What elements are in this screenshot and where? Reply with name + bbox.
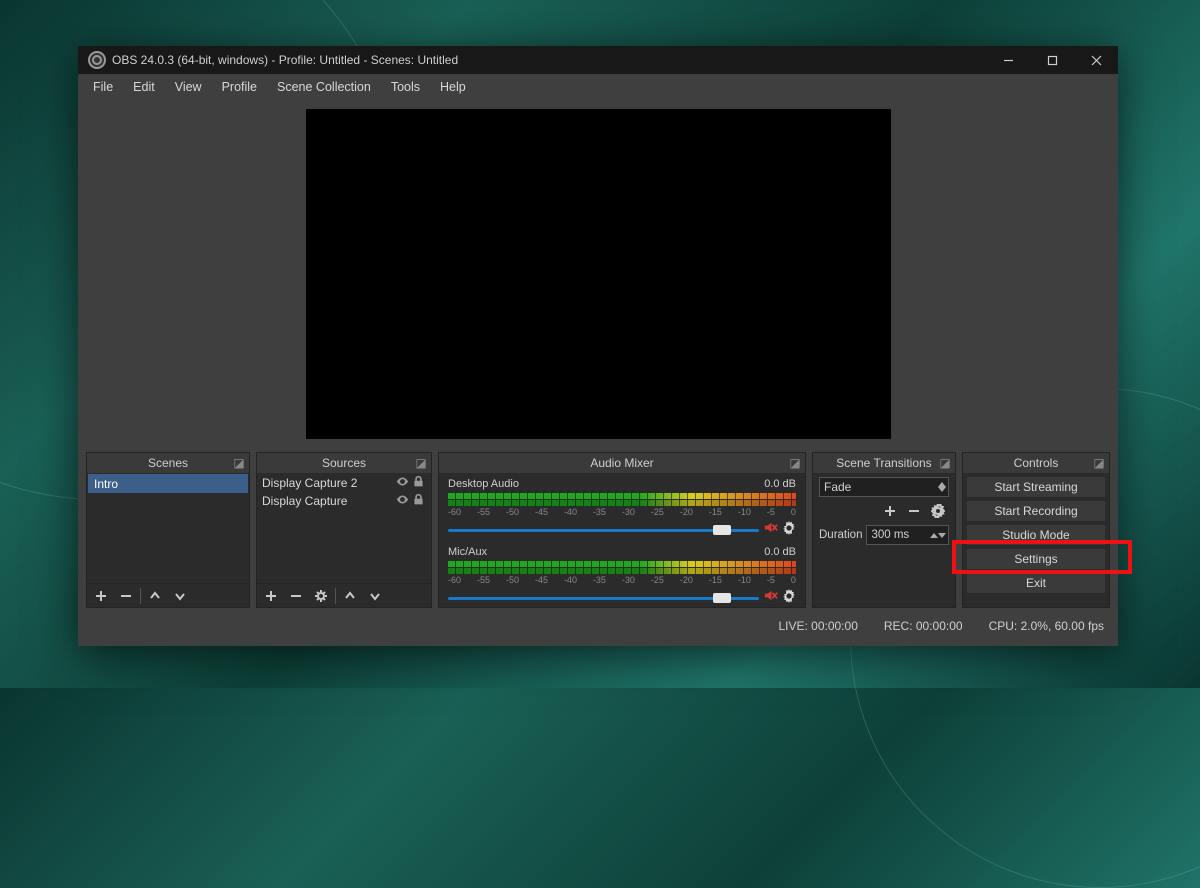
source-item[interactable]: Display Capture <box>258 492 430 510</box>
channel-settings-button[interactable] <box>782 589 796 608</box>
separator <box>140 588 141 604</box>
mixer-channel: Mic/Aux 0.0 dB -60-55-50-45-40-35-30-25-… <box>440 542 804 607</box>
menu-edit[interactable]: Edit <box>124 77 164 97</box>
undock-icon[interactable]: ◪ <box>939 457 951 469</box>
titlebar[interactable]: OBS 24.0.3 (64-bit, windows) - Profile: … <box>78 46 1118 74</box>
menu-view[interactable]: View <box>166 77 211 97</box>
duration-input[interactable]: 300 ms <box>866 525 949 545</box>
scenes-dock: Scenes ◪ Intro <box>86 452 250 608</box>
channel-settings-button[interactable] <box>782 521 796 540</box>
visibility-icon[interactable] <box>394 493 410 509</box>
mixer-title: Audio Mixer <box>590 456 653 470</box>
transition-select-value: Fade <box>824 480 851 494</box>
add-scene-button[interactable] <box>89 585 113 607</box>
channel-level: 0.0 dB <box>764 478 796 490</box>
transition-select[interactable]: Fade <box>819 477 949 497</box>
mute-button[interactable] <box>763 520 778 540</box>
remove-transition-button[interactable] <box>903 501 925 521</box>
vu-meter <box>448 500 796 506</box>
remove-scene-button[interactable] <box>114 585 138 607</box>
start-recording-button[interactable]: Start Recording <box>966 500 1106 522</box>
maximize-button[interactable] <box>1030 46 1074 74</box>
status-cpu: CPU: 2.0%, 60.00 fps <box>989 619 1104 633</box>
separator <box>335 588 336 604</box>
channel-level: 0.0 dB <box>764 546 796 558</box>
duration-label: Duration <box>819 529 862 541</box>
lock-icon[interactable] <box>410 493 426 509</box>
meter-ticks: -60-55-50-45-40-35-30-25-20-15-10-50 <box>448 575 796 585</box>
obs-window: OBS 24.0.3 (64-bit, windows) - Profile: … <box>78 46 1118 646</box>
exit-button[interactable]: Exit <box>966 572 1106 594</box>
channel-name: Mic/Aux <box>448 546 487 558</box>
scenes-title: Scenes <box>148 456 188 470</box>
menubar: File Edit View Profile Scene Collection … <box>78 74 1118 100</box>
volume-slider[interactable] <box>448 597 759 600</box>
move-source-down-button[interactable] <box>363 585 387 607</box>
visibility-icon[interactable] <box>394 475 410 491</box>
vu-meter <box>448 493 796 499</box>
add-source-button[interactable] <box>259 585 283 607</box>
transitions-dock: Scene Transitions ◪ Fade Duration 300 ms <box>812 452 956 608</box>
undock-icon[interactable]: ◪ <box>233 457 245 469</box>
menu-scene-collection[interactable]: Scene Collection <box>268 77 380 97</box>
status-rec: REC: 00:00:00 <box>884 619 963 633</box>
mixer-channel: Desktop Audio 0.0 dB -60-55-50-45-40-35-… <box>440 474 804 542</box>
source-item[interactable]: Display Capture 2 <box>258 474 430 492</box>
transitions-title: Scene Transitions <box>836 456 931 470</box>
vu-meter <box>448 561 796 567</box>
transition-properties-button[interactable] <box>927 501 949 521</box>
channel-name: Desktop Audio <box>448 478 519 490</box>
audio-mixer-dock: Audio Mixer ◪ Desktop Audio 0.0 dB -60-55… <box>438 452 806 608</box>
source-properties-button[interactable] <box>309 585 333 607</box>
undock-icon[interactable]: ◪ <box>1093 457 1105 469</box>
meter-ticks: -60-55-50-45-40-35-30-25-20-15-10-50 <box>448 507 796 517</box>
controls-title: Controls <box>1014 456 1059 470</box>
status-live: LIVE: 00:00:00 <box>778 619 857 633</box>
volume-slider[interactable] <box>448 529 759 532</box>
scene-item[interactable]: Intro <box>88 474 248 493</box>
move-source-up-button[interactable] <box>338 585 362 607</box>
start-streaming-button[interactable]: Start Streaming <box>966 476 1106 498</box>
add-transition-button[interactable] <box>879 501 901 521</box>
move-scene-down-button[interactable] <box>168 585 192 607</box>
preview-area <box>78 100 1118 448</box>
move-scene-up-button[interactable] <box>143 585 167 607</box>
statusbar: LIVE: 00:00:00 REC: 00:00:00 CPU: 2.0%, … <box>78 614 1118 638</box>
sources-dock: Sources ◪ Display Capture 2 Display Captu… <box>256 452 432 608</box>
close-button[interactable] <box>1074 46 1118 74</box>
obs-logo-icon <box>88 51 106 69</box>
source-item-label: Display Capture <box>262 494 394 508</box>
scene-item-label: Intro <box>94 477 118 491</box>
window-title: OBS 24.0.3 (64-bit, windows) - Profile: … <box>112 53 458 67</box>
studio-mode-button[interactable]: Studio Mode <box>966 524 1106 546</box>
remove-source-button[interactable] <box>284 585 308 607</box>
source-item-label: Display Capture 2 <box>262 476 394 490</box>
sources-title: Sources <box>322 456 366 470</box>
lock-icon[interactable] <box>410 475 426 491</box>
undock-icon[interactable]: ◪ <box>789 457 801 469</box>
minimize-button[interactable] <box>986 46 1030 74</box>
undock-icon[interactable]: ◪ <box>415 457 427 469</box>
menu-profile[interactable]: Profile <box>213 77 266 97</box>
vu-meter <box>448 568 796 574</box>
menu-tools[interactable]: Tools <box>382 77 429 97</box>
duration-value: 300 ms <box>871 529 909 541</box>
menu-file[interactable]: File <box>84 77 122 97</box>
controls-dock: Controls ◪ Start Streaming Start Recordin… <box>962 452 1110 608</box>
menu-help[interactable]: Help <box>431 77 475 97</box>
preview-canvas[interactable] <box>306 109 891 439</box>
mute-button[interactable] <box>763 588 778 607</box>
settings-button[interactable]: Settings <box>966 548 1106 570</box>
